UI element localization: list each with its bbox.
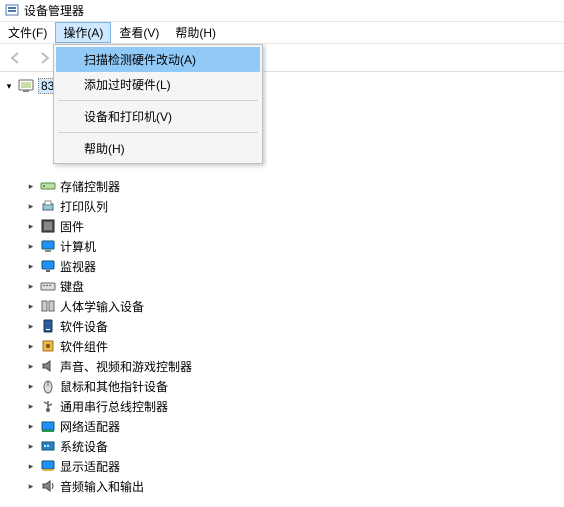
tree-item-label: 打印队列 <box>60 198 108 215</box>
tree-row[interactable]: ▸ 存储控制器 <box>2 176 562 196</box>
component-icon <box>40 338 56 354</box>
tree-item-label: 人体学输入设备 <box>60 298 144 315</box>
expand-toggle-icon[interactable]: ▸ <box>24 419 38 433</box>
expand-toggle-icon[interactable]: ▸ <box>24 219 38 233</box>
keyboard-icon <box>40 278 56 294</box>
printer-icon <box>40 198 56 214</box>
tree-item-label: 鼠标和其他指针设备 <box>60 378 168 395</box>
expand-toggle-icon[interactable]: ▸ <box>24 199 38 213</box>
tree-item-label: 存储控制器 <box>60 178 120 195</box>
tree-row[interactable]: ▸ 人体学输入设备 <box>2 296 562 316</box>
expand-toggle-icon[interactable]: ▸ <box>24 439 38 453</box>
hid-icon <box>40 298 56 314</box>
firmware-icon <box>40 218 56 234</box>
tree-row[interactable]: ▸ 软件组件 <box>2 336 562 356</box>
tree-item-label: 网络适配器 <box>60 418 120 435</box>
action-menu-dropdown: 扫描检测硬件改动(A) 添加过时硬件(L) 设备和打印机(V) 帮助(H) <box>53 44 263 164</box>
menu-help[interactable]: 帮助(H) <box>56 136 260 161</box>
menu-bar: 文件(F) 操作(A) 查看(V) 帮助(H) <box>0 22 564 44</box>
tree-row[interactable]: ▸ 键盘 <box>2 276 562 296</box>
tree-row[interactable]: ▸ 通用串行总线控制器 <box>2 396 562 416</box>
expand-toggle-icon[interactable]: ▸ <box>24 359 38 373</box>
computer-icon <box>18 78 34 94</box>
display-icon <box>40 458 56 474</box>
tree-item-label: 显示适配器 <box>60 458 120 475</box>
storage-icon <box>40 178 56 194</box>
tree-row[interactable]: ▸ 打印队列 <box>2 196 562 216</box>
tree-row[interactable]: ▸ 网络适配器 <box>2 416 562 436</box>
title-bar: 设备管理器 <box>0 0 564 22</box>
expand-toggle-icon[interactable]: ▸ <box>24 379 38 393</box>
tree-row[interactable]: ▸ 固件 <box>2 216 562 236</box>
tree-item-label: 监视器 <box>60 258 96 275</box>
expand-toggle-icon[interactable]: ▸ <box>24 179 38 193</box>
tree-item-label: 音频输入和输出 <box>60 478 144 495</box>
menu-action[interactable]: 操作(A) <box>55 22 111 43</box>
menu-scan-hardware[interactable]: 扫描检测硬件改动(A) <box>56 47 260 72</box>
expand-toggle-icon[interactable]: ▸ <box>24 479 38 493</box>
menu-separator <box>58 100 258 101</box>
expand-toggle-icon[interactable]: ▸ <box>24 299 38 313</box>
audio-icon <box>40 358 56 374</box>
software-icon <box>40 318 56 334</box>
tree-item-label: 软件组件 <box>60 338 108 355</box>
expand-toggle-icon[interactable]: ▸ <box>24 459 38 473</box>
mouse-icon <box>40 378 56 394</box>
tree-row[interactable]: ▸ 软件设备 <box>2 316 562 336</box>
tree-row[interactable]: ▸ 系统设备 <box>2 436 562 456</box>
expand-toggle-icon[interactable]: ▸ <box>24 259 38 273</box>
tree-item-label: 固件 <box>60 218 84 235</box>
tree-item-label: 键盘 <box>60 278 84 295</box>
menu-view[interactable]: 查看(V) <box>111 22 167 43</box>
expand-toggle-icon[interactable]: ▾ <box>2 79 16 93</box>
tree-item-label: 声音、视频和游戏控制器 <box>60 358 192 375</box>
tree-row[interactable]: ▸ 监视器 <box>2 256 562 276</box>
tree-row[interactable]: ▸ 计算机 <box>2 236 562 256</box>
tree-row[interactable]: ▸ 声音、视频和游戏控制器 <box>2 356 562 376</box>
tree-row[interactable]: ▸ 鼠标和其他指针设备 <box>2 376 562 396</box>
audioio-icon <box>40 478 56 494</box>
menu-help[interactable]: 帮助(H) <box>167 22 224 43</box>
expand-toggle-icon[interactable]: ▸ <box>24 239 38 253</box>
expand-toggle-icon[interactable]: ▸ <box>24 319 38 333</box>
nav-back-button[interactable] <box>4 46 28 70</box>
tree-item-label: 计算机 <box>60 238 96 255</box>
expand-toggle-icon[interactable]: ▸ <box>24 399 38 413</box>
tree-row[interactable]: ▸ 音频输入和输出 <box>2 476 562 496</box>
menu-file[interactable]: 文件(F) <box>0 22 55 43</box>
expand-toggle-icon[interactable]: ▸ <box>24 279 38 293</box>
menu-separator <box>58 132 258 133</box>
tree-item-label: 系统设备 <box>60 438 108 455</box>
window-title: 设备管理器 <box>24 2 84 19</box>
monitor-icon <box>40 258 56 274</box>
app-icon <box>4 3 20 19</box>
computer-icon <box>40 238 56 254</box>
system-icon <box>40 438 56 454</box>
menu-devices-printers[interactable]: 设备和打印机(V) <box>56 104 260 129</box>
usb-icon <box>40 398 56 414</box>
menu-add-legacy-hardware[interactable]: 添加过时硬件(L) <box>56 72 260 97</box>
expand-toggle-icon[interactable]: ▸ <box>24 339 38 353</box>
tree-row[interactable]: ▸ 显示适配器 <box>2 456 562 476</box>
tree-item-label: 软件设备 <box>60 318 108 335</box>
tree-item-label: 通用串行总线控制器 <box>60 398 168 415</box>
network-icon <box>40 418 56 434</box>
